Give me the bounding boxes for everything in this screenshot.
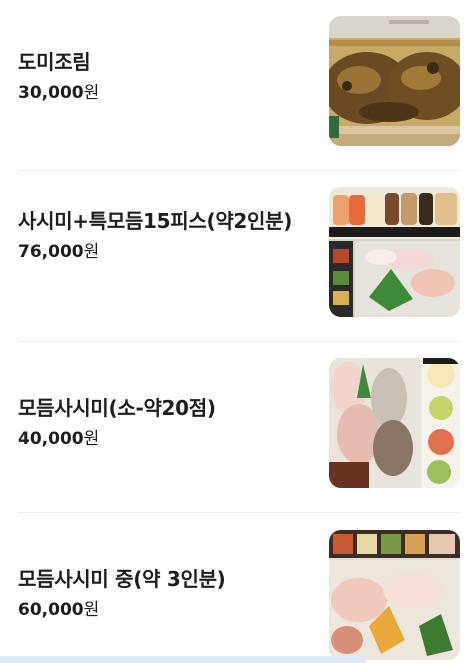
menu-item-price: 60,000원 [18,598,308,622]
menu-item-text: 모듬사시미 중(약 3인분) 60,000원 [18,564,308,622]
sashimi-sushi-combo-photo[interactable] [329,187,460,317]
price-number: 40,000 [18,429,84,449]
price-number: 60,000 [18,600,84,620]
menu-item-price: 76,000원 [18,240,308,264]
bottom-bar [0,656,366,663]
menu-item[interactable]: 모듬사시미 중(약 3인분) 60,000원 [18,513,460,663]
menu-item-text: 모듬사시미(소-약20점) 40,000원 [18,393,308,451]
price-unit: 원 [83,242,100,262]
menu-item-text: 도미조림 30,000원 [18,47,308,105]
assorted-sashimi-small-photo[interactable] [329,358,460,488]
menu-item[interactable]: 도미조림 30,000원 [18,0,460,171]
menu-item-name: 도미조림 [18,50,91,74]
price-number: 30,000 [18,83,84,103]
price-unit: 원 [83,429,100,449]
menu-item-name: 모듬사시미 중(약 3인분) [18,567,226,591]
menu-item-text: 사시미+특모듬15피스(약2인분) 76,000원 [18,206,308,264]
menu-item[interactable]: 사시미+특모듬15피스(약2인분) 76,000원 [18,171,460,342]
menu-item[interactable]: 모듬사시미(소-약20점) 40,000원 [18,342,460,513]
price-unit: 원 [83,83,100,103]
menu-item-name: 사시미+특모듬15피스(약2인분) [18,209,293,233]
menu-item-name: 모듬사시미(소-약20점) [18,396,216,420]
menu-item-price: 30,000원 [18,81,308,105]
menu-list: 도미조림 30,000원 사시미+특모듬15피스(약2인분) 76,000원 모… [18,0,460,663]
menu-item-price: 40,000원 [18,427,308,451]
assorted-sashimi-medium-photo[interactable] [329,530,460,660]
price-number: 76,000 [18,242,84,262]
braised-sea-bream-photo[interactable] [329,16,460,146]
price-unit: 원 [83,600,100,620]
